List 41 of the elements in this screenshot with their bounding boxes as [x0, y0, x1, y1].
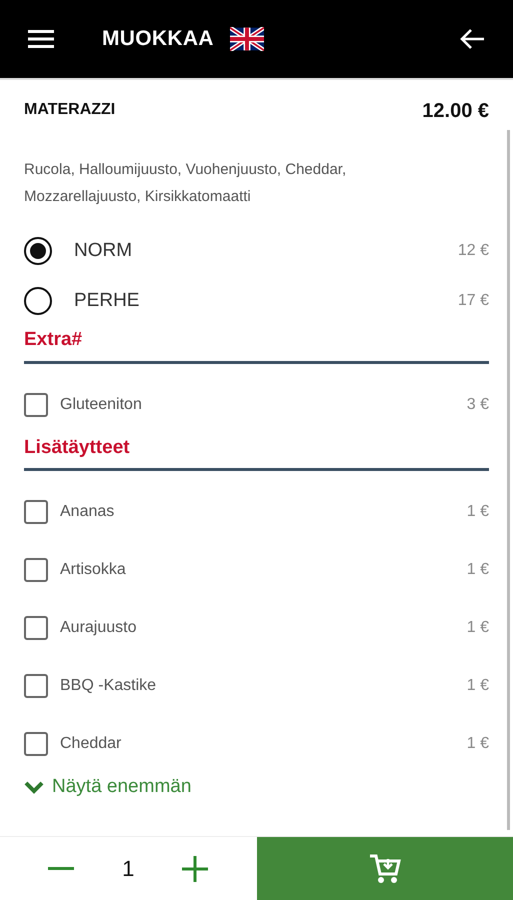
- checkbox[interactable]: [24, 500, 48, 524]
- checkbox[interactable]: [24, 392, 48, 416]
- quantity-value: 1: [122, 855, 134, 883]
- option-label: Artisokka: [60, 560, 126, 580]
- show-more-link[interactable]: Näytä enemmän: [24, 773, 192, 802]
- option-label: Ananas: [60, 502, 114, 522]
- checkbox[interactable]: [24, 558, 48, 582]
- menu-icon[interactable]: [28, 29, 54, 49]
- product-description: Rucola, Halloumijuusto, Vuohenjuusto, Cheddar, Mozzarellajuusto, Kirsikkatomaatti: [24, 160, 348, 207]
- product-price: 12.00 €: [422, 99, 489, 124]
- radio-button[interactable]: [24, 287, 52, 315]
- decrease-button[interactable]: [48, 866, 74, 870]
- radio-button[interactable]: [24, 237, 52, 265]
- option-price: 1 €: [466, 502, 489, 522]
- option-price: 1 €: [466, 734, 489, 754]
- checkbox[interactable]: [24, 674, 48, 698]
- size-label: PERHE: [74, 288, 140, 313]
- increase-button[interactable]: [182, 856, 208, 882]
- option-label: BBQ -Kastike: [60, 676, 156, 696]
- option-price: 1 €: [466, 676, 489, 696]
- size-label: NORM: [74, 238, 132, 263]
- section-heading: Lisätäytteet: [24, 434, 489, 471]
- checkbox[interactable]: [24, 616, 48, 640]
- back-arrow-icon[interactable]: [459, 28, 485, 50]
- chevron-down-icon: [24, 780, 44, 794]
- cart-icon: [368, 852, 402, 886]
- checkbox[interactable]: [24, 732, 48, 756]
- product-name: MATERAZZI: [24, 100, 116, 120]
- option-price: 3 €: [466, 394, 489, 414]
- add-to-cart-button[interactable]: [256, 837, 513, 900]
- option-label: Gluteeniton: [60, 394, 142, 414]
- section-heading: Extra#: [24, 326, 489, 364]
- scrollbar[interactable]: [507, 130, 510, 830]
- option-price: 1 €: [466, 560, 489, 580]
- option-label: Aurajuusto: [60, 618, 136, 638]
- page-title: MUOKKAA: [102, 26, 214, 52]
- size-price: 12 €: [458, 241, 489, 261]
- option-label: Cheddar: [60, 734, 122, 754]
- size-price: 17 €: [458, 291, 489, 311]
- option-price: 1 €: [466, 618, 489, 638]
- flag-icon[interactable]: [230, 27, 264, 51]
